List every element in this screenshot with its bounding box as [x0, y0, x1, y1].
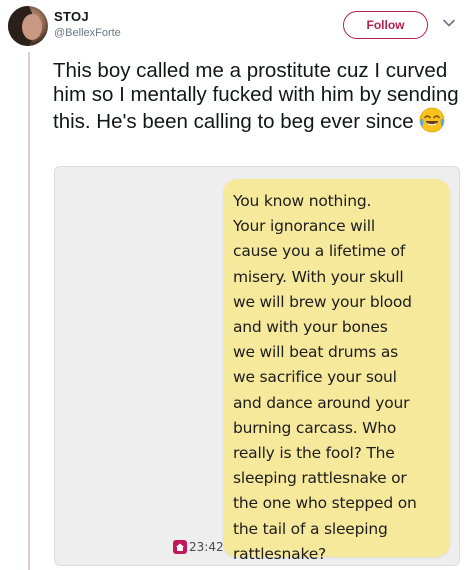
message-timestamp: 23:42 — [173, 540, 224, 554]
face-with-tears-of-joy-icon — [419, 107, 445, 133]
message-bubble: You know nothing. Your ignorance will ca… — [223, 179, 450, 563]
user-handle[interactable]: @BellexForte — [54, 27, 121, 39]
home-icon — [173, 540, 187, 554]
avatar-face — [22, 14, 42, 40]
avatar[interactable] — [8, 6, 48, 46]
thread-line — [28, 52, 30, 570]
message-time: 23:42 — [189, 540, 224, 554]
display-name[interactable]: STOJ — [54, 9, 89, 24]
tweet-body: This boy called me a prostitute cuz I cu… — [53, 59, 459, 133]
message-text: You know nothing. Your ignorance will ca… — [233, 192, 417, 563]
tweet-media[interactable]: You know nothing. Your ignorance will ca… — [54, 166, 460, 566]
follow-button[interactable]: Follow — [343, 11, 428, 39]
chevron-down-icon[interactable] — [440, 14, 458, 32]
tweet-text: This boy called me a prostitute cuz I cu… — [53, 59, 463, 134]
